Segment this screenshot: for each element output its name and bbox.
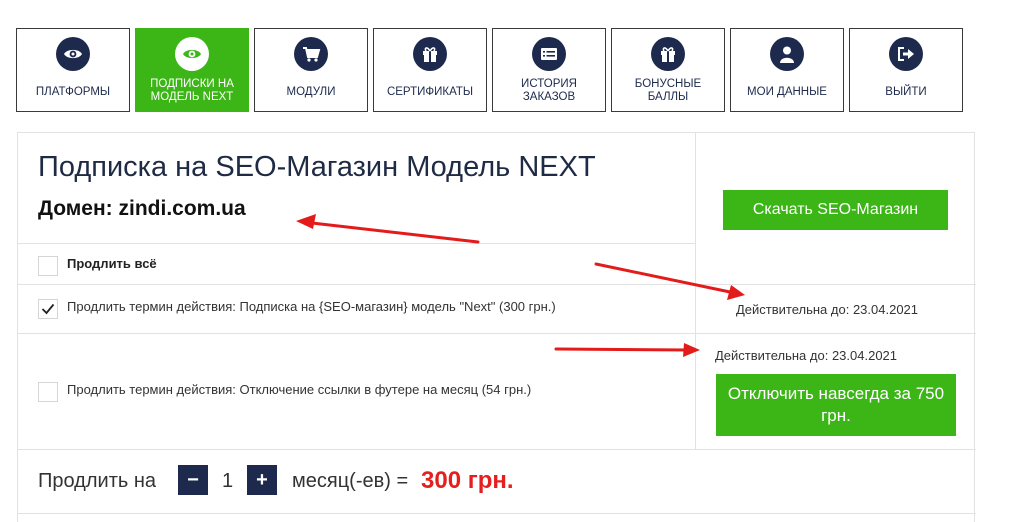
valid-until-text: Действительна до: 23.04.2021 [715, 348, 898, 363]
divider [18, 284, 976, 285]
months-value[interactable]: 1 [222, 470, 233, 493]
months-unit-label: месяц(-ев) = [292, 470, 409, 492]
increment-button[interactable]: + [247, 465, 277, 495]
nav-bonus-points[interactable]: БОНУСНЫЕ БАЛЛЫ [611, 28, 725, 112]
disable-forever-button[interactable]: Отключить навсегда за 750 грн. [716, 374, 956, 436]
cart-icon [294, 37, 328, 71]
nav-label: МОДУЛИ [286, 86, 336, 98]
renew-subscription-label: Продлить термин действия: Подписка на {S… [67, 299, 556, 314]
page-title: Подписка на SEO-Магазин Модель NEXT [38, 151, 596, 183]
valid-until-text: Действительна до: 23.04.2021 [736, 302, 919, 317]
divider [18, 333, 976, 334]
nav-modules[interactable]: МОДУЛИ [254, 28, 368, 112]
nav-label: СЕРТИФИКАТЫ [386, 86, 474, 98]
nav-label: ИСТОРИЯ ЗАКАЗОВ [521, 78, 577, 103]
checkmark-icon [41, 303, 55, 315]
divider [18, 243, 695, 244]
decrement-button[interactable]: − [178, 465, 208, 495]
nav-platforms[interactable]: ПЛАТФОРМЫ [16, 28, 130, 112]
nav-subscriptions[interactable]: ПОДПИСКИ НА МОДЕЛЬ NEXT [135, 28, 249, 112]
column-divider [695, 133, 696, 449]
renew-footer-link-checkbox[interactable] [38, 382, 58, 402]
gift-icon [651, 37, 685, 71]
renew-all-checkbox[interactable] [38, 256, 58, 276]
nav-label: ВЫЙТИ [885, 86, 927, 98]
nav-logout[interactable]: ВЫЙТИ [849, 28, 963, 112]
gift-icon [413, 37, 447, 71]
domain-label: Домен: zindi.com.ua [38, 197, 246, 220]
nav-label: БОНУСНЫЕ БАЛЛЫ [634, 78, 702, 103]
divider [18, 513, 976, 514]
nav-label: ПОДПИСКИ НА МОДЕЛЬ NEXT [150, 78, 234, 103]
nav-certificates[interactable]: СЕРТИФИКАТЫ [373, 28, 487, 112]
total-price: 300 грн. [421, 467, 514, 494]
eye-icon [56, 37, 90, 71]
list-icon [532, 37, 566, 71]
logout-icon [889, 37, 923, 71]
download-button[interactable]: Скачать SEO-Магазин [723, 190, 948, 230]
renew-subscription-checkbox[interactable] [38, 299, 58, 319]
nav-label: МОИ ДАННЫЕ [747, 86, 827, 98]
nav-label: ПЛАТФОРМЫ [35, 86, 111, 98]
renew-all-label: Продлить всё [67, 256, 157, 271]
account-nav: ПЛАТФОРМЫ ПОДПИСКИ НА МОДЕЛЬ NEXT МОДУЛИ… [16, 28, 963, 112]
nav-order-history[interactable]: ИСТОРИЯ ЗАКАЗОВ [492, 28, 606, 112]
eye-icon [175, 37, 209, 71]
subscription-panel: Подписка на SEO-Магазин Модель NEXT Доме… [17, 132, 976, 522]
extend-label: Продлить на [38, 470, 156, 492]
renew-footer-link-label: Продлить термин действия: Отключение ссы… [67, 382, 532, 397]
divider [18, 449, 976, 450]
user-icon [770, 37, 804, 71]
nav-my-data[interactable]: МОИ ДАННЫЕ [730, 28, 844, 112]
